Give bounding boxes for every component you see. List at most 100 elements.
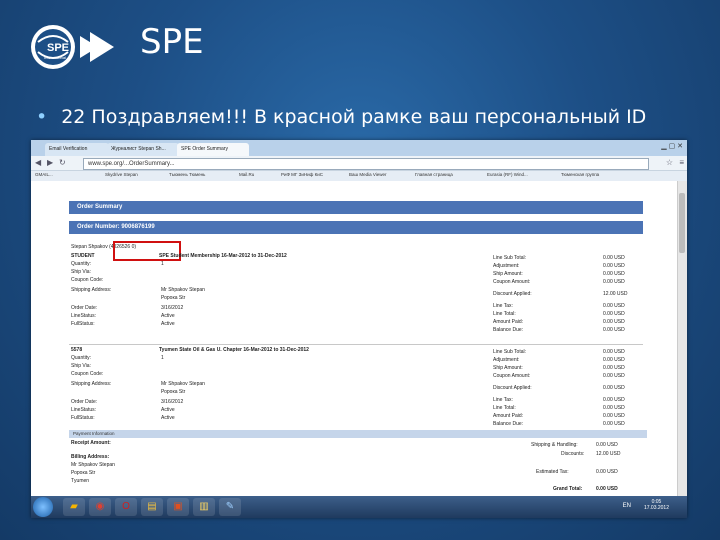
item2-detail-value: 1 (161, 355, 164, 361)
tab-order-summary[interactable]: SPE Order Summary (177, 143, 249, 156)
shipping-handling-value: 0.00 USD (596, 442, 618, 448)
bookmark-item[interactable]: GMAIL... (35, 172, 53, 177)
bookmark-item[interactable]: Главная страница (415, 172, 453, 177)
item2-detail-label: Ship Via: (71, 363, 91, 369)
taskbar: ▰ ◉ O ▤ ▣ ▥ ✎ EN 0:05 17.03.2012 (31, 496, 687, 518)
item1-total-label: Amount Paid: (493, 319, 524, 325)
item2-detail-value: Ророка Str (161, 389, 186, 395)
item1-total-label: Line Sub Total: (493, 255, 526, 261)
item2-detail-value: Active (161, 415, 175, 421)
billing-line: Ророка Str (71, 470, 96, 476)
sticky-notes-icon[interactable]: ▥ (193, 498, 215, 516)
item1-detail-value: Mr Shpakov Stepan (161, 287, 205, 293)
tab-email[interactable]: Email Verification (45, 143, 109, 156)
item2-total-label: Adjustment: (493, 357, 520, 363)
item2-detail-label: Coupon Code: (71, 371, 104, 377)
window-controls[interactable]: ▁ ▢ ✕ (661, 142, 683, 150)
chrome-icon[interactable]: ◉ (89, 498, 111, 516)
grand-total-value: 0.00 USD (596, 486, 618, 492)
item1-total-value: 12.00 USD (603, 291, 628, 297)
item1-description: SPE Student Membership 16-Mar-2012 to 31… (159, 253, 287, 259)
item1-detail-label: Ship Via: (71, 269, 91, 275)
page-content: Order Summary Order Number: 9006876199 S… (31, 181, 687, 496)
item2-detail-value: Active (161, 407, 175, 413)
item2-detail-value: Mr Shpakov Stepan (161, 381, 205, 387)
item2-detail-label: Quantity: (71, 355, 92, 361)
item2-total-value: 0.00 USD (603, 421, 625, 427)
wrench-icon[interactable]: ≡ (679, 158, 684, 167)
item1-detail-label: Coupon Code: (71, 277, 104, 283)
item1-total-label: Balance Due: (493, 327, 524, 333)
spe-logo: SPE International (31, 25, 114, 69)
estimated-tax-value: 0.00 USD (596, 469, 618, 475)
item1-detail-value: Active (161, 313, 175, 319)
item1-total-value: 0.00 USD (603, 271, 625, 277)
item2-description: Tyumen State Oil & Gas U. Chapter 16-Mar… (159, 347, 309, 353)
forward-icon[interactable]: ▶ (47, 158, 53, 167)
receipt-amount-label: Receipt Amount: (71, 440, 111, 446)
item1-detail-label: Order Date: (71, 305, 98, 311)
item2-total-value: 0.00 USD (603, 373, 625, 379)
logo-text: SPE (47, 42, 69, 54)
bookmark-item[interactable]: Eurasia (RF) Wind... (487, 172, 528, 177)
item-separator (69, 344, 643, 345)
billing-line: Тyumen (71, 478, 90, 484)
item2-total-label: Line Total: (493, 405, 516, 411)
system-clock[interactable]: 0:05 17.03.2012 (644, 499, 669, 511)
item2-detail-label: Order Date: (71, 399, 98, 405)
vertical-scrollbar[interactable] (677, 181, 687, 496)
item2-detail-label: Shipping Address: (71, 381, 112, 387)
item2-total-label: Amount Paid: (493, 413, 524, 419)
item2-total-value: 0.00 USD (603, 365, 625, 371)
item2-total-value: 0.00 USD (603, 413, 625, 419)
item2-detail-label: LineStatus: (71, 407, 97, 413)
item2-total-value: 0.00 USD (603, 405, 625, 411)
item1-total-value: 0.00 USD (603, 319, 625, 325)
order-summary-header: Order Summary (69, 201, 643, 214)
item1-detail-value: 3/16/2012 (161, 305, 184, 311)
star-icon[interactable]: ☆ (666, 158, 673, 167)
item1-code: STUDENT (71, 253, 95, 259)
bullet-dot-icon: • (36, 106, 48, 128)
folder-icon[interactable]: ▤ (141, 498, 163, 516)
item1-total-value: 0.00 USD (603, 311, 625, 317)
item1-detail-label: FullStatus: (71, 321, 95, 327)
bookmark-item[interactable]: Skydrive Stepan (105, 172, 138, 177)
item1-total-label: Coupon Amount: (493, 279, 531, 285)
item1-total-value: 0.00 USD (603, 279, 625, 285)
explorer-icon[interactable]: ▰ (63, 498, 85, 516)
bullet-text: 22 Поздравляем!!! В красной рамке ваш пе… (61, 106, 647, 128)
discounts-label: Discounts: (561, 451, 585, 457)
item2-total-label: Line Sub Total: (493, 349, 526, 355)
start-button[interactable] (33, 497, 53, 517)
slide-title: SPE (140, 22, 204, 62)
tab-journalist[interactable]: Журналист Stepan Sh... (107, 143, 179, 156)
opera-icon[interactable]: O (115, 498, 137, 516)
item2-total-value: 0.00 USD (603, 357, 625, 363)
item1-detail-value: Ророка Str (161, 295, 186, 301)
clock-date: 17.03.2012 (643, 505, 669, 511)
bookmark-item[interactable]: РиФ МГ ЗиНиф КиС (281, 172, 323, 177)
language-indicator[interactable]: EN (623, 503, 631, 509)
payment-info-header: Payment Information (69, 430, 647, 438)
estimated-tax-label: Estimated Tax: (536, 469, 569, 475)
item1-total-value: 0.00 USD (603, 263, 625, 269)
bookmark-item[interactable]: Mail.Ru (239, 172, 254, 177)
item1-detail-value: 1 (161, 261, 164, 267)
scrollbar-thumb[interactable] (679, 193, 685, 253)
item1-total-label: Line Total: (493, 311, 516, 317)
billing-line: Mr Shpakov Stepan (71, 462, 115, 468)
address-bar-row: ◀ ▶ ↻ www.spe.org/...OrderSummary... ☆ ≡ (31, 156, 687, 171)
item2-detail-value: 3/16/2012 (161, 399, 184, 405)
back-icon[interactable]: ◀ (35, 158, 41, 167)
bookmark-item[interactable]: Ваш Media Viewer (349, 172, 387, 177)
grand-total-label: Grand Total: (553, 486, 583, 492)
reload-icon[interactable]: ↻ (59, 158, 66, 167)
bookmark-item[interactable]: Tьюмень Тюмень (169, 172, 205, 177)
url-input[interactable]: www.spe.org/...OrderSummary... (83, 158, 649, 170)
item1-detail-value: Active (161, 321, 175, 327)
bookmark-item[interactable]: Тюменская группа (561, 172, 599, 177)
app-icon[interactable]: ▣ (167, 498, 189, 516)
item1-total-value: 0.00 USD (603, 303, 625, 309)
paint-icon[interactable]: ✎ (219, 498, 241, 516)
